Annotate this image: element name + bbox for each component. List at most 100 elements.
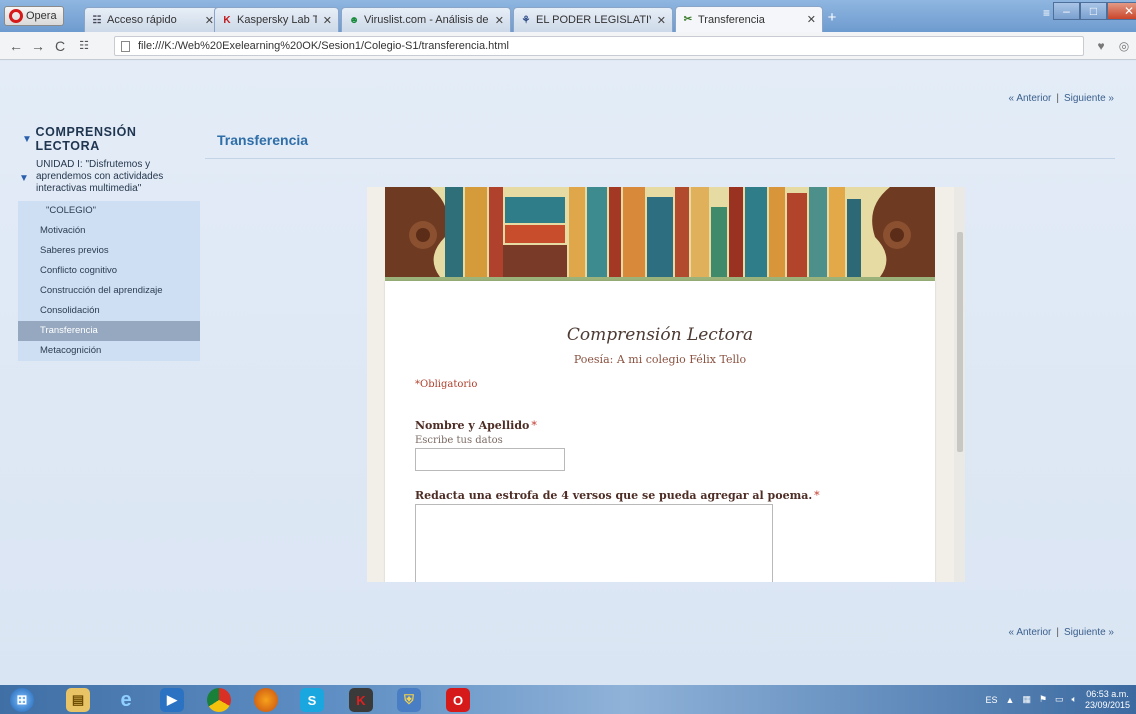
tab-poder-legislativo[interactable]: ⚘ EL PODER LEGISLATIVO - ✕ — [513, 7, 673, 32]
internet-explorer-icon[interactable]: e — [114, 688, 138, 712]
nav-unit[interactable]: ▼ UNIDAD I: "Disfrutemos y aprendemos co… — [18, 159, 200, 195]
pager-bottom: « Anterior | Siguiente » — [1009, 627, 1114, 638]
previous-link[interactable]: « Anterior — [1009, 627, 1052, 638]
close-tab-icon[interactable]: ✕ — [323, 14, 332, 27]
minimize-icon[interactable]: – — [1053, 2, 1080, 20]
nav-item-conflicto-cognitivo[interactable]: Conflicto cognitivo — [18, 261, 200, 281]
window-controls: – □ ✕ — [1053, 2, 1136, 20]
books-illustration — [385, 187, 935, 281]
tab-label: Viruslist.com - Análisis de — [364, 14, 489, 26]
required-star: * — [814, 489, 820, 502]
stanza-textarea[interactable] — [415, 504, 773, 582]
close-window-icon[interactable]: ✕ — [1107, 2, 1136, 20]
close-tab-icon[interactable]: ✕ — [205, 14, 214, 27]
volume-icon[interactable]: 🔈︎ — [1072, 694, 1077, 705]
opera-menu-label: Opera — [26, 10, 57, 22]
address-bar: ← → C ☷ file:///K:/Web%20Exelearning%20O… — [0, 32, 1136, 60]
page-title: Transferencia — [217, 132, 309, 148]
reload-icon[interactable]: C — [52, 38, 68, 54]
pager-top: « Anterior | Siguiente » — [1009, 93, 1114, 104]
nav-item-colegio[interactable]: "COLEGIO" — [18, 201, 200, 221]
security-shield-icon[interactable]: ⛨ — [397, 688, 421, 712]
tab-transferencia[interactable]: ✂ Transferencia ✕ — [675, 6, 823, 32]
nav-item-consolidacion[interactable]: Consolidación — [18, 301, 200, 321]
network-icon[interactable]: ▦ — [1022, 694, 1031, 705]
flag-icon[interactable]: ⚑ — [1039, 694, 1047, 705]
tab-label: Transferencia — [698, 13, 765, 26]
maximize-icon[interactable]: □ — [1080, 2, 1107, 20]
tab-viruslist[interactable]: ☻ Viruslist.com - Análisis de ✕ — [341, 7, 511, 32]
browser-tab-bar: Opera ☷ Acceso rápido ✕ K Kaspersky Lab … — [0, 0, 1136, 32]
books-banner-image — [385, 187, 935, 281]
required-star: * — [531, 419, 537, 432]
tab-acceso-rapido[interactable]: ☷ Acceso rápido ✕ — [84, 7, 221, 32]
heart-icon[interactable]: ♥ — [1093, 38, 1109, 54]
tab-kaspersky[interactable]: K Kaspersky Lab Technical S ✕ — [214, 7, 339, 32]
opera-logo-icon — [9, 9, 23, 23]
firefox-icon[interactable] — [254, 688, 278, 712]
opera-taskbar-icon[interactable]: O — [446, 688, 470, 712]
clock-date: 23/09/2015 — [1084, 699, 1130, 710]
clock-time: 06:53 a.m. — [1086, 688, 1129, 699]
account-icon[interactable]: ◎ — [1116, 38, 1132, 54]
form-subtitle: Poesía: A mi colegio Félix Tello — [573, 353, 747, 366]
viruslist-icon: ☻ — [348, 14, 360, 26]
url-field[interactable]: file:///K:/Web%20Exelearning%20OK/Sesion… — [114, 36, 1084, 56]
browser-menu-icon[interactable]: ≡ — [1043, 6, 1050, 20]
next-link[interactable]: Siguiente » — [1064, 93, 1114, 104]
system-tray: ES ▲ ▦ ⚑ ▭ 🔈︎ 06:53 a.m. 23/09/2015 — [986, 685, 1136, 714]
close-tab-icon[interactable]: ✕ — [807, 13, 816, 26]
question-name-text: Nombre y Apellido — [415, 419, 530, 432]
windows-taskbar: ⊞ ▤ e ▶ S K ⛨ O ES ▲ ▦ ⚑ ▭ 🔈︎ 06:53 a.m.… — [0, 685, 1136, 714]
nav-unit-label: UNIDAD I: "Disfrutemos y aprendemos con … — [36, 159, 164, 194]
chrome-icon[interactable] — [207, 688, 231, 712]
close-tab-icon[interactable]: ✕ — [657, 14, 666, 27]
form-title: Comprensión Lectora — [566, 325, 754, 345]
question-stanza-text: Redacta una estrofa de 4 versos que se p… — [415, 489, 813, 502]
tab-label: Acceso rápido — [107, 14, 177, 26]
kaspersky-icon: K — [223, 14, 231, 26]
nav-item-construccion[interactable]: Construcción del aprendizaje — [18, 281, 200, 301]
page-viewport: « Anterior | Siguiente » ▼ COMPRENSIÓN LEC… — [0, 61, 1136, 685]
display-icon[interactable]: ▭ — [1055, 694, 1064, 705]
question-name-label: Nombre y Apellido * — [415, 419, 537, 432]
nav-list: "COLEGIO" Motivación Saberes previos Con… — [18, 201, 200, 361]
forward-icon[interactable]: → — [30, 38, 46, 54]
back-icon[interactable]: ← — [8, 38, 24, 54]
clock[interactable]: 06:53 a.m. 23/09/2015 — [1085, 689, 1130, 711]
question-name-help: Escribe tus datos — [415, 435, 503, 446]
page-icon — [121, 40, 130, 52]
file-explorer-icon[interactable]: ▤ — [66, 688, 90, 712]
media-player-icon[interactable]: ▶ — [160, 688, 184, 712]
tab-label: EL PODER LEGISLATIVO - — [536, 14, 651, 26]
nav-item-metacognicion[interactable]: Metacognición — [18, 341, 200, 361]
title-divider — [205, 158, 1115, 159]
nav-heading[interactable]: ▼ COMPRENSIÓN LECTORA — [18, 125, 200, 153]
nav-item-saberes-previos[interactable]: Saberes previos — [18, 241, 200, 261]
opera-menu-button[interactable]: Opera — [4, 6, 64, 26]
nav-heading-label: COMPRENSIÓN LECTORA — [35, 125, 137, 153]
pager-separator: | — [1056, 93, 1059, 104]
language-indicator[interactable]: ES — [986, 695, 998, 705]
triangle-down-icon: ▼ — [19, 173, 29, 184]
speed-dial-icon[interactable]: ☷ — [76, 38, 92, 54]
close-tab-icon[interactable]: ✕ — [495, 14, 504, 27]
triangle-down-icon: ▼ — [22, 133, 33, 145]
previous-link[interactable]: « Anterior — [1009, 93, 1052, 104]
name-input[interactable] — [415, 448, 565, 471]
next-link[interactable]: Siguiente » — [1064, 627, 1114, 638]
url-text: file:///K:/Web%20Exelearning%20OK/Sesion… — [138, 40, 509, 52]
exelearning-icon: ✂ — [683, 14, 693, 25]
nav-item-motivacion[interactable]: Motivación — [18, 221, 200, 241]
start-icon[interactable]: ⊞ — [10, 688, 34, 712]
pager-separator: | — [1056, 627, 1059, 638]
tray-expand-icon[interactable]: ▲ — [1006, 695, 1015, 705]
skype-icon[interactable]: S — [300, 688, 324, 712]
new-tab-icon[interactable]: + — [822, 9, 842, 27]
legislativo-icon: ⚘ — [521, 14, 531, 26]
question-stanza-label: Redacta una estrofa de 4 versos que se p… — [415, 489, 820, 502]
kaspersky-taskbar-icon[interactable]: K — [349, 688, 373, 712]
frame-scrollbar-thumb[interactable] — [957, 232, 963, 452]
left-navigation: ▼ COMPRENSIÓN LECTORA ▼ UNIDAD I: "Disfr… — [18, 125, 200, 361]
nav-item-transferencia[interactable]: Transferencia — [18, 321, 200, 341]
